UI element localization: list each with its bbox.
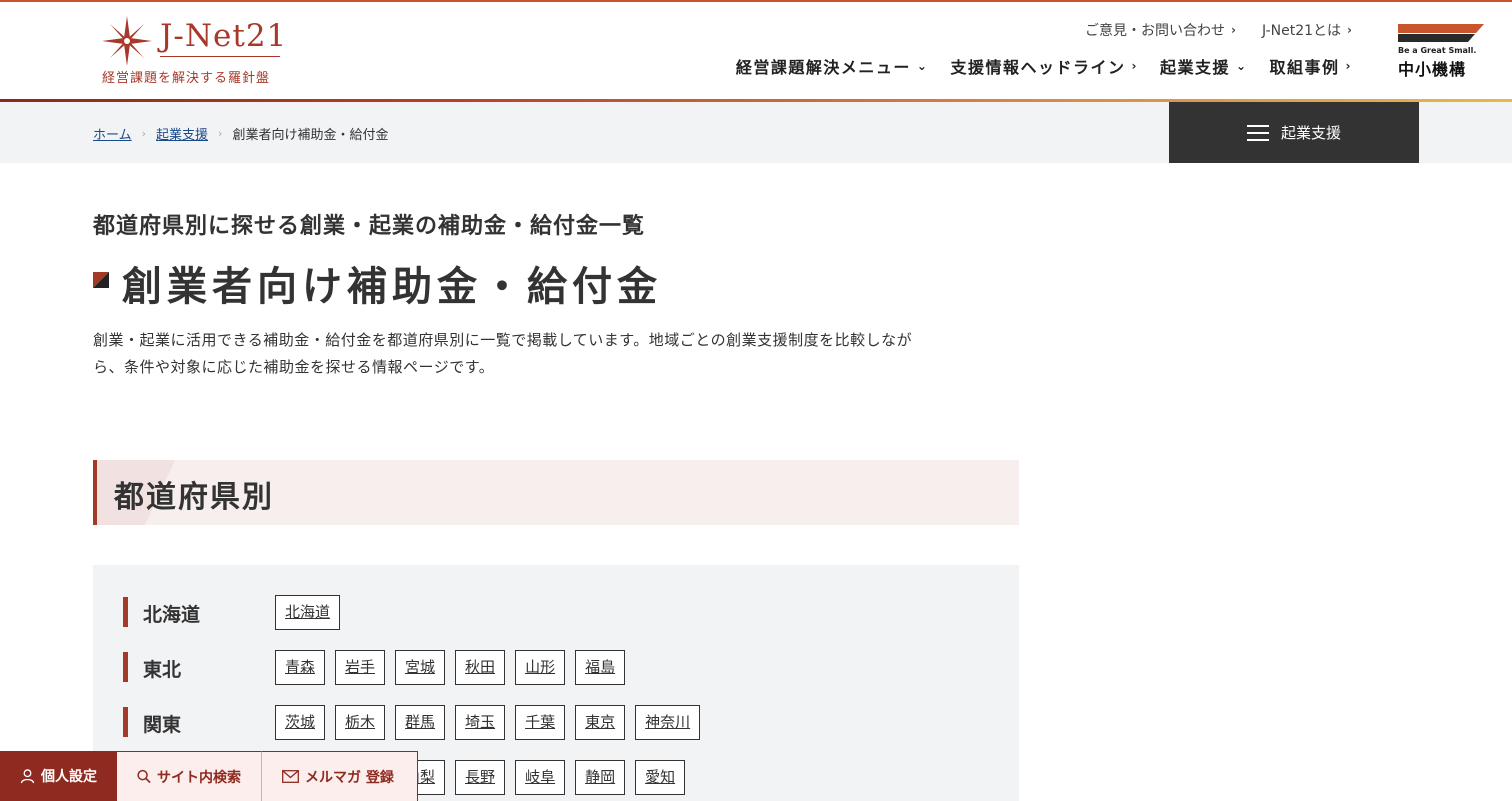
prefecture-link[interactable]: 青森 (275, 650, 326, 685)
utility-nav: ご意見・お問い合わせ › J-Net21とは › (1085, 20, 1352, 40)
personal-settings-label: 個人設定 (41, 769, 97, 785)
region-name: 東北 (143, 659, 182, 681)
page-title: 創業者向け補助金・給付金 (122, 264, 662, 310)
prefecture-list: 青森 岩手 宮城 秋田 山形 福島 (275, 650, 626, 685)
about-jnet21-link[interactable]: J-Net21とは › (1262, 20, 1352, 40)
compass-star-icon (102, 16, 152, 66)
contact-link-label: ご意見・お問い合わせ (1085, 23, 1226, 39)
breadcrumb-home[interactable]: ホーム (93, 124, 132, 143)
section-menu-label: 起業支援 (1280, 124, 1341, 142)
region-row: 関東 茨城 栃木 群馬 埼玉 千葉 東京 神奈川 (123, 705, 1003, 740)
prefecture-link[interactable]: 茨城 (275, 705, 326, 740)
region-name: 北海道 (143, 604, 201, 626)
region-marker (123, 707, 128, 737)
section-heading-title: 都道府県別 (114, 480, 274, 515)
prefecture-link[interactable]: 岐阜 (515, 760, 566, 795)
nav-item-case-studies[interactable]: 取組事例 › (1270, 54, 1352, 78)
nav-item-startup-support[interactable]: 起業支援 ⌄ (1160, 54, 1248, 78)
breadcrumb-parent[interactable]: 起業支援 (156, 124, 208, 143)
site-header: J-Net21 経営課題を解決する羅針盤 ご意見・お問い合わせ › J-Net2… (0, 2, 1512, 100)
breadcrumb-bar: ホーム › 起業支援 › 創業者向け補助金・給付金 起業支援 (0, 102, 1512, 163)
chevron-right-icon: › (1131, 59, 1138, 73)
jnet21-logo[interactable]: J-Net21 経営課題を解決する羅針盤 (100, 14, 290, 89)
floating-action-bar: 個人設定 サイト内検索 メルマガ 登録 (0, 751, 418, 801)
breadcrumb: ホーム › 起業支援 › 創業者向け補助金・給付金 (93, 124, 388, 143)
prefecture-link[interactable]: 埼玉 (455, 705, 506, 740)
prefecture-link[interactable]: 北海道 (275, 595, 341, 630)
smrj-mark-icon (1398, 24, 1484, 42)
logo-subtitle: 経営課題を解決する羅針盤 (102, 71, 271, 86)
prefecture-list: 茨城 栃木 群馬 埼玉 千葉 東京 神奈川 (275, 705, 701, 740)
logo-title: J-Net21 (160, 18, 288, 54)
newsletter-signup-label: メルマガ 登録 (305, 769, 394, 786)
chevron-down-icon: ⌄ (1235, 59, 1248, 73)
section-heading: 都道府県別 (93, 460, 1019, 525)
prefecture-link[interactable]: 長野 (455, 760, 506, 795)
site-search-label: サイト内検索 (157, 769, 241, 786)
main-nav: 経営課題解決メニュー ⌄ 支援情報ヘッドライン › 起業支援 ⌄ 取組事例 › (736, 54, 1352, 78)
chevron-right-icon: › (1345, 59, 1352, 73)
prefecture-link[interactable]: 東京 (575, 705, 626, 740)
page-pre-title: 都道府県別に探せる創業・起業の補助金・給付金一覧 (93, 214, 646, 239)
hamburger-icon (1246, 124, 1269, 141)
breadcrumb-separator-icon: › (141, 127, 147, 140)
prefecture-link[interactable]: 愛知 (635, 760, 686, 795)
prefecture-link[interactable]: 秋田 (455, 650, 506, 685)
newsletter-signup-button[interactable]: メルマガ 登録 (262, 751, 418, 801)
prefecture-link[interactable]: 山形 (515, 650, 566, 685)
nav-item-label: 起業支援 (1159, 58, 1230, 77)
region-name: 関東 (143, 714, 182, 736)
breadcrumb-current: 創業者向け補助金・給付金 (232, 128, 389, 143)
region-row: 東北 青森 岩手 宮城 秋田 山形 福島 (123, 650, 1003, 685)
nav-item-label: 取組事例 (1269, 58, 1340, 77)
region-marker (123, 597, 128, 627)
page-lead: 創業・起業に活用できる補助金・給付金を都道府県別に一覧で掲載しています。地域ごと… (93, 331, 913, 376)
prefecture-link[interactable]: 千葉 (515, 705, 566, 740)
person-icon (20, 769, 35, 784)
logo-divider (160, 56, 280, 57)
smrj-logo[interactable]: Be a Great Small. 中小機構 (1396, 22, 1484, 79)
chevron-down-icon: ⌄ (916, 59, 929, 73)
prefecture-link[interactable]: 群馬 (395, 705, 446, 740)
breadcrumb-separator-icon: › (218, 127, 223, 140)
personal-settings-button[interactable]: 個人設定 (0, 751, 117, 801)
prefecture-link[interactable]: 宮城 (395, 650, 446, 685)
site-search-button[interactable]: サイト内検索 (117, 751, 262, 801)
region-marker (123, 652, 128, 682)
prefecture-link[interactable]: 神奈川 (635, 705, 701, 740)
section-menu-button[interactable]: 起業支援 (1169, 102, 1419, 163)
about-link-label: J-Net21とは (1261, 23, 1342, 39)
smrj-name: 中小機構 (1398, 60, 1467, 79)
region-row: 北海道 北海道 (123, 595, 1003, 630)
nav-item-solution-menu[interactable]: 経営課題解決メニュー ⌄ (736, 54, 929, 78)
nav-item-label: 支援情報ヘッドライン (950, 58, 1126, 77)
search-icon (137, 769, 151, 784)
prefecture-link[interactable]: 静岡 (575, 760, 626, 795)
chevron-right-icon: › (1231, 23, 1236, 37)
chevron-right-icon: › (1347, 23, 1352, 37)
prefecture-link[interactable]: 福島 (575, 650, 626, 685)
nav-item-label: 経営課題解決メニュー (735, 58, 911, 77)
contact-link[interactable]: ご意見・お問い合わせ › (1085, 20, 1236, 40)
prefecture-link[interactable]: 栃木 (335, 705, 386, 740)
mail-icon (282, 770, 299, 783)
smrj-tagline: Be a Great Small. (1398, 46, 1477, 55)
prefecture-list: 北海道 (275, 595, 341, 630)
nav-item-headline[interactable]: 支援情報ヘッドライン › (950, 54, 1137, 78)
prefecture-link[interactable]: 岩手 (335, 650, 386, 685)
title-mark-icon (93, 272, 109, 288)
